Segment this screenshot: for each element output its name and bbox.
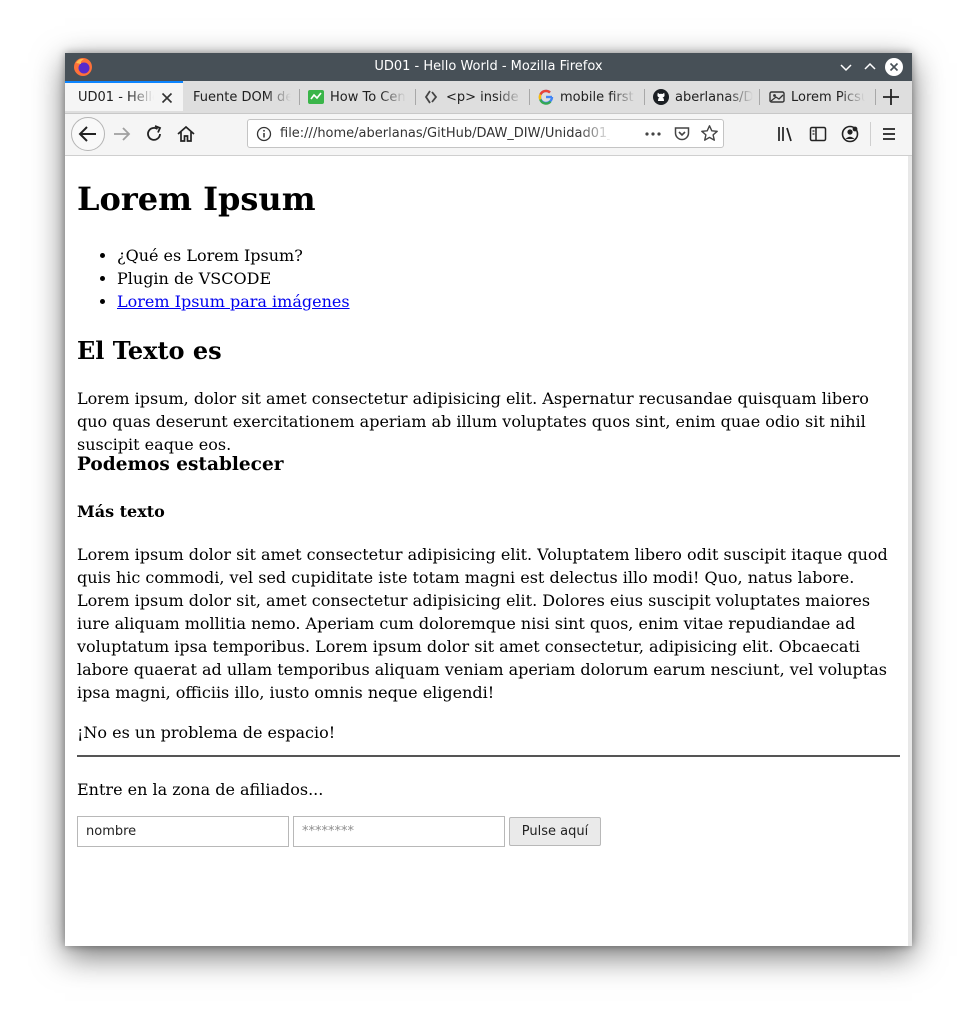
tab-p-inside[interactable]: <p> inside < (424, 81, 522, 113)
paragraph-space-note: ¡No es un problema de espacio! (77, 723, 336, 742)
library-button[interactable] (772, 120, 800, 148)
back-arrow-icon (78, 126, 96, 142)
code-icon (424, 89, 440, 105)
tab-ud01[interactable]: UD01 - Hello World (65, 81, 183, 111)
github-icon (653, 89, 669, 105)
home-button[interactable] (172, 120, 200, 148)
name-input[interactable] (77, 816, 289, 847)
topic-list: ¿Qué es Lorem Ipsum? Plugin de VSCODE Lo… (77, 244, 350, 313)
url-bar[interactable]: file:///home/aberlanas/GitHub/DAW_DIW/Un… (247, 119, 724, 148)
google-icon (538, 89, 554, 105)
horizontal-rule (77, 755, 900, 757)
close-tab-icon[interactable] (159, 90, 175, 106)
paragraph-intro: Lorem ipsum, dolor sit amet consectetur … (77, 389, 869, 454)
info-icon[interactable] (256, 126, 272, 142)
list-item: Lorem Ipsum para imágenes (117, 290, 350, 313)
reload-icon (147, 125, 162, 141)
browser-window: UD01 - Hello World - Mozilla Firefox UD0… (65, 53, 912, 946)
list-item: Plugin de VSCODE (117, 267, 350, 290)
section-heading: El Texto es (77, 336, 222, 365)
back-button[interactable] (71, 117, 105, 151)
hamburger-menu-icon (883, 128, 895, 140)
paragraph-affiliates: Entre en la zona de afiliados... (77, 780, 324, 799)
submit-button[interactable]: Pulse aquí (509, 817, 601, 846)
tab-lorem-picsum[interactable]: Lorem Picsum (769, 81, 867, 113)
title-bar: UD01 - Hello World - Mozilla Firefox (65, 53, 912, 81)
maximize-button[interactable] (861, 58, 879, 76)
subsection-heading: Podemos establecer (77, 454, 284, 475)
forward-arrow-icon (114, 127, 131, 141)
close-window-button[interactable] (885, 58, 903, 76)
tab-strip: UD01 - Hello World Fuente DOM de How To … (65, 81, 912, 114)
bookmark-star-icon[interactable] (700, 124, 719, 143)
paragraph-body: Lorem ipsum dolor sit amet consectetur a… (77, 545, 888, 702)
navigation-toolbar: file:///home/aberlanas/GitHub/DAW_DIW/Un… (65, 114, 912, 156)
url-text: file:///home/aberlanas/GitHub/DAW_DIW/Un… (280, 126, 610, 141)
account-button[interactable] (836, 120, 864, 148)
forward-button[interactable] (108, 120, 136, 148)
minor-heading: Más texto (77, 502, 165, 521)
new-tab-plus-icon[interactable] (878, 84, 904, 110)
home-icon (177, 125, 195, 142)
minimize-button[interactable] (837, 58, 855, 76)
lorem-images-link[interactable]: Lorem Ipsum para imágenes (117, 292, 350, 311)
reload-button[interactable] (140, 120, 168, 148)
page-heading: Lorem Ipsum (77, 180, 316, 218)
page-actions-icon[interactable] (644, 126, 662, 142)
menu-button[interactable] (875, 120, 903, 148)
green-badge-icon (308, 89, 324, 105)
password-input[interactable] (293, 816, 505, 847)
account-icon (841, 125, 859, 143)
picture-icon (769, 89, 785, 105)
library-icon (778, 127, 792, 142)
tab-mobile-first[interactable]: mobile first (538, 81, 638, 113)
page-content: Lorem Ipsum ¿Qué es Lorem Ipsum? Plugin … (65, 156, 912, 946)
tab-fuente-dom[interactable]: Fuente DOM de (193, 81, 291, 113)
sidebar-button[interactable] (804, 120, 832, 148)
tab-how-to-center[interactable]: How To Center (308, 81, 408, 113)
tab-github[interactable]: aberlanas/DAW (653, 81, 753, 113)
sidebar-icon (809, 126, 827, 142)
window-title: UD01 - Hello World - Mozilla Firefox (374, 59, 603, 74)
pocket-icon[interactable] (673, 125, 691, 143)
list-item: ¿Qué es Lorem Ipsum? (117, 244, 350, 267)
